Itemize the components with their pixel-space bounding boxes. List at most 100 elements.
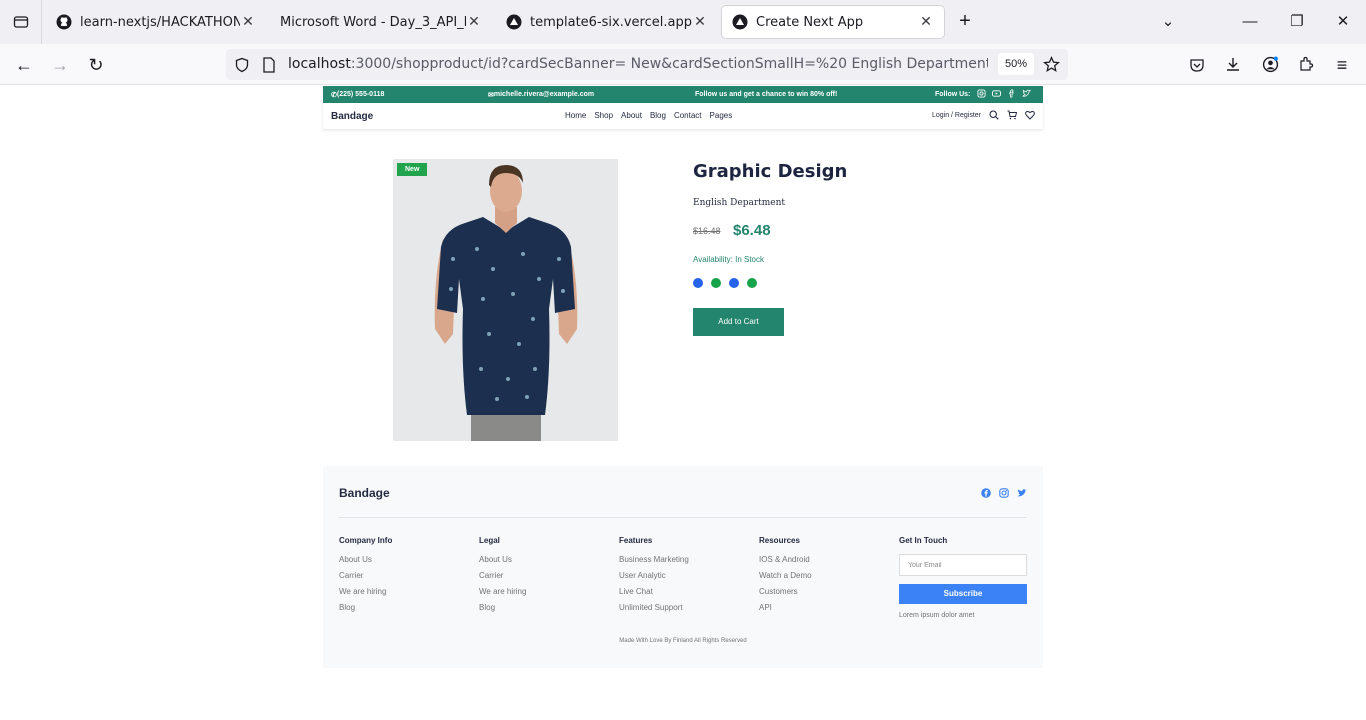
footer-link[interactable]: Unlimited Support — [619, 603, 689, 612]
copyright-text: Made With Love By Finland All Rights Res… — [619, 638, 747, 644]
menu-item-pages[interactable]: Pages — [710, 111, 733, 120]
footer-link[interactable]: About Us — [479, 555, 526, 564]
footer-column-title: Company Info — [339, 536, 393, 545]
footer-link[interactable]: Live Chat — [619, 587, 689, 596]
footer-link[interactable]: Blog — [479, 603, 526, 612]
new-badge: New — [397, 163, 428, 176]
close-icon[interactable]: ✕ — [240, 14, 256, 30]
footer-link[interactable]: IOS & Android — [759, 555, 812, 564]
forward-arrow-icon[interactable]: → — [47, 52, 73, 78]
youtube-icon[interactable] — [992, 89, 1001, 98]
tab-label: template6-six.vercel.app/api/pr — [530, 14, 692, 30]
tab-label: learn-nextjs/HACKATHONS/Ma — [80, 14, 240, 30]
url-text[interactable]: localhost:3000/shopproduct/id?cardSecBan… — [288, 56, 988, 72]
tab-word[interactable]: Microsoft Word - Day_3_API_Integra ✕ — [270, 6, 492, 38]
shield-icon[interactable] — [234, 57, 250, 73]
footer-column-features: Features Business Marketing User Analyti… — [619, 536, 689, 619]
star-icon[interactable] — [1043, 56, 1060, 73]
minimize-icon[interactable]: — — [1238, 10, 1262, 34]
footer-link[interactable]: User Analytic — [619, 571, 689, 580]
download-icon[interactable] — [1225, 56, 1241, 72]
menu-item-shop[interactable]: Shop — [594, 111, 613, 120]
sale-price: $6.48 — [733, 222, 771, 239]
footer-link[interactable]: Customers — [759, 587, 812, 596]
instagram-icon[interactable] — [999, 488, 1009, 498]
facebook-icon[interactable] — [981, 488, 991, 498]
footer-column-legal: Legal About Us Carrier We are hiring Blo… — [479, 536, 526, 619]
subscribe-button[interactable]: Subscribe — [899, 584, 1027, 604]
menu-item-contact[interactable]: Contact — [674, 111, 702, 120]
cart-icon[interactable] — [1007, 110, 1017, 120]
menu-icon[interactable]: ≡ — [1329, 52, 1355, 78]
zoom-level[interactable]: 50% — [998, 53, 1034, 75]
product-photo — [393, 159, 618, 441]
menu-item-blog[interactable]: Blog — [650, 111, 666, 120]
footer-brand[interactable]: Bandage — [339, 486, 390, 500]
add-to-cart-button[interactable]: Add to Cart — [693, 308, 784, 336]
site-footer: Bandage Company Info About Us Carrier We… — [323, 466, 1043, 668]
instagram-icon[interactable] — [977, 89, 986, 98]
color-swatch[interactable] — [747, 278, 757, 288]
url-bar[interactable]: localhost:3000/shopproduct/id?cardSecBan… — [226, 49, 1068, 80]
vercel-icon — [506, 14, 522, 30]
footer-column-resources: Resources IOS & Android Watch a Demo Cus… — [759, 536, 812, 619]
close-icon[interactable]: ✕ — [466, 14, 482, 30]
brand-logo[interactable]: Bandage — [331, 111, 373, 122]
footer-column-title: Features — [619, 536, 653, 545]
footer-column-company: Company Info About Us Carrier We are hir… — [339, 536, 392, 619]
close-icon[interactable]: ✕ — [692, 14, 708, 30]
footer-link[interactable]: API — [759, 603, 812, 612]
chevron-down-icon[interactable]: ⌄ — [1156, 10, 1180, 34]
tab-list-icon[interactable] — [0, 0, 42, 44]
extensions-icon[interactable] — [1298, 56, 1314, 72]
back-arrow-icon[interactable]: ← — [11, 52, 37, 78]
promo-text: Follow us and get a chance to win 80% of… — [695, 91, 838, 98]
close-icon[interactable]: ✕ — [918, 14, 934, 30]
browser-tab-bar: learn-nextjs/HACKATHONS/Ma ✕ Microsoft W… — [0, 0, 1366, 44]
account-icon[interactable] — [1262, 56, 1279, 73]
github-icon — [56, 14, 72, 30]
footer-link[interactable]: Blog — [339, 603, 392, 612]
footer-column-contact: Get In Touch — [899, 536, 947, 555]
footer-link[interactable]: Carrier — [479, 571, 526, 580]
footer-note: Lorem ipsum dolor amet — [899, 612, 975, 619]
color-swatch[interactable] — [729, 278, 739, 288]
footer-link[interactable]: Business Marketing — [619, 555, 689, 564]
menu-item-about[interactable]: About — [621, 111, 642, 120]
facebook-icon[interactable] — [1007, 89, 1016, 98]
product-title: Graphic Design — [693, 161, 848, 182]
tab-label: Microsoft Word - Day_3_API_Integra — [280, 14, 466, 30]
footer-social — [981, 488, 1027, 498]
pocket-icon[interactable] — [1189, 57, 1205, 73]
product-image: New — [393, 159, 618, 441]
menu-item-home[interactable]: Home — [565, 111, 586, 120]
reload-icon[interactable]: ↻ — [83, 52, 109, 78]
color-swatch[interactable] — [693, 278, 703, 288]
newsletter-email-input[interactable] — [899, 554, 1027, 576]
footer-link[interactable]: Carrier — [339, 571, 392, 580]
search-icon[interactable] — [989, 110, 999, 120]
footer-link[interactable]: We are hiring — [479, 587, 526, 596]
footer-divider — [339, 517, 1027, 518]
twitter-icon[interactable] — [1022, 89, 1031, 98]
old-price: $16.48 — [693, 226, 721, 236]
vercel-icon — [732, 14, 748, 30]
color-swatches — [693, 278, 757, 288]
page-icon[interactable] — [262, 57, 276, 73]
tab-create-next-app[interactable]: Create Next App ✕ — [722, 6, 944, 38]
tab-github[interactable]: learn-nextjs/HACKATHONS/Ma ✕ — [46, 6, 266, 38]
close-window-icon[interactable]: ✕ — [1331, 10, 1355, 34]
product-department: English Department — [693, 198, 786, 208]
footer-column-title: Get In Touch — [899, 536, 948, 545]
twitter-icon[interactable] — [1017, 488, 1027, 498]
new-tab-button[interactable]: + — [953, 10, 977, 34]
availability-status: Availability: In Stock — [693, 255, 764, 264]
heart-icon[interactable] — [1025, 110, 1035, 120]
tab-template[interactable]: template6-six.vercel.app/api/pr ✕ — [496, 6, 718, 38]
footer-link[interactable]: Watch a Demo — [759, 571, 812, 580]
login-register-link[interactable]: Login / Register — [932, 112, 981, 119]
restore-icon[interactable]: ❐ — [1285, 10, 1309, 34]
footer-link[interactable]: About Us — [339, 555, 392, 564]
color-swatch[interactable] — [711, 278, 721, 288]
footer-link[interactable]: We are hiring — [339, 587, 392, 596]
